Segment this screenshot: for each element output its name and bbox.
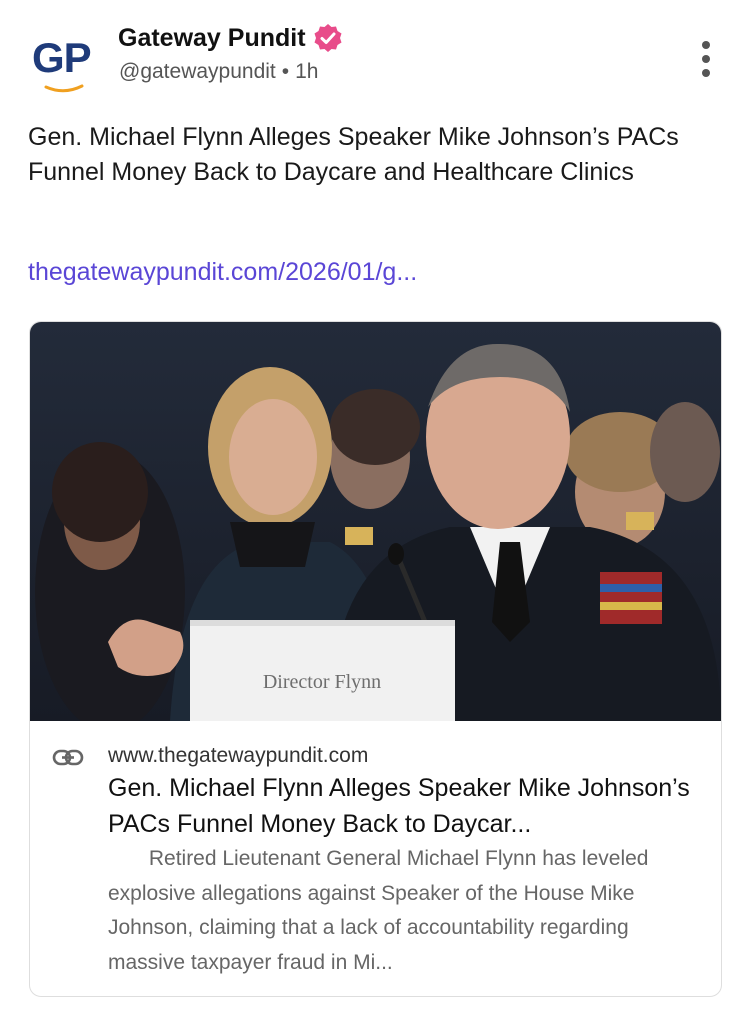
card-body: www.thegatewaypundit.com Gen. Michael Fl… — [30, 722, 721, 996]
avatar[interactable]: GP — [26, 26, 104, 96]
post-time: 1h — [295, 60, 319, 83]
post-header: GP Gateway Pundit @gatewaypundit • 1h — [26, 20, 726, 100]
author-handle[interactable]: @gatewaypundit — [119, 60, 276, 83]
link-preview-card[interactable]: Director Flynn www.thegatewaypundit.com … — [29, 321, 722, 997]
verified-badge-icon — [314, 24, 342, 52]
more-vertical-icon[interactable] — [700, 40, 712, 80]
author-name[interactable]: Gateway Pundit — [118, 24, 306, 53]
meta-separator: • — [281, 60, 290, 83]
avatar-swoosh-icon — [44, 84, 84, 93]
card-image[interactable]: Director Flynn — [30, 322, 721, 721]
card-description: Retired Lieutenant General Michael Flynn… — [108, 847, 655, 974]
nameplate-text: Director Flynn — [263, 671, 381, 693]
social-post: GP Gateway Pundit @gatewaypundit • 1h Gen.… — [0, 0, 751, 1024]
post-meta: @gatewaypundit • 1h — [119, 60, 318, 84]
post-text: Gen. Michael Flynn Alleges Speaker Mike … — [28, 123, 679, 186]
card-title[interactable]: Gen. Michael Flynn Alleges Speaker Mike … — [108, 770, 704, 842]
link-icon — [52, 749, 84, 766]
card-domain: www.thegatewaypundit.com — [108, 744, 369, 767]
author-row: Gateway Pundit — [118, 22, 344, 54]
avatar-initials: GP — [32, 34, 92, 81]
post-link[interactable]: thegatewaypundit.com/2026/01/g... — [28, 258, 417, 287]
